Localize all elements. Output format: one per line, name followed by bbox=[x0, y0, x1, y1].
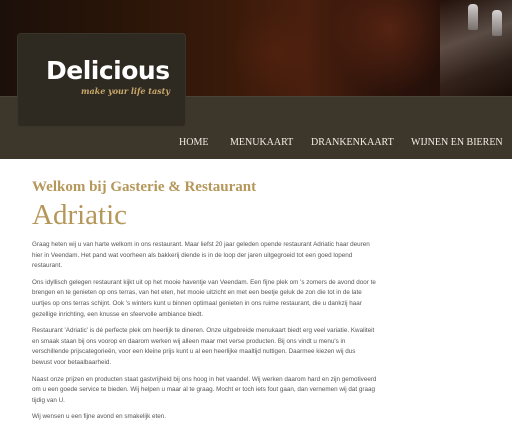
nav-item-menukaart[interactable]: MENUKAART bbox=[230, 137, 293, 148]
intro-paragraph: Graag heten wij u van harte welkom in on… bbox=[32, 241, 370, 270]
logo-name: Delicious bbox=[46, 56, 170, 85]
location-paragraph: Ons idyllisch gelegen restaurant kijkt u… bbox=[32, 278, 376, 318]
nav-item-drankenkaart[interactable]: DRANKENKAART bbox=[311, 137, 394, 148]
page-subtitle: Welkom bij Gasterie & Restaurant bbox=[32, 179, 257, 195]
service-paragraph: Naast onze prijzen en producten staat ga… bbox=[32, 375, 377, 404]
photo-light-right bbox=[330, 0, 450, 96]
wine-glass-image bbox=[492, 10, 502, 36]
photo-light-left bbox=[230, 10, 320, 96]
menu-paragraph: Restaurant 'Adriatic' is dé perfecte ple… bbox=[32, 327, 375, 366]
wine-glass-image bbox=[468, 4, 478, 30]
nav-item-wijnen-en-bieren[interactable]: WIJNEN EN BIEREN bbox=[411, 137, 503, 148]
nav-item-home[interactable]: HOME bbox=[179, 137, 208, 148]
main-content: Welkom bij Gasterie & Restaurant Adriati… bbox=[32, 178, 382, 429]
page-title: Adriatic bbox=[32, 199, 128, 231]
logo-tagline: make your life tasty bbox=[81, 86, 170, 96]
main-menu: HOME MENUKAART DRANKENKAART WIJNEN EN BI… bbox=[0, 137, 512, 151]
closing-paragraph: Wij wensen u een fijne avond en smakelij… bbox=[32, 413, 167, 421]
logo[interactable]: Delicious make your life tasty bbox=[18, 34, 185, 126]
